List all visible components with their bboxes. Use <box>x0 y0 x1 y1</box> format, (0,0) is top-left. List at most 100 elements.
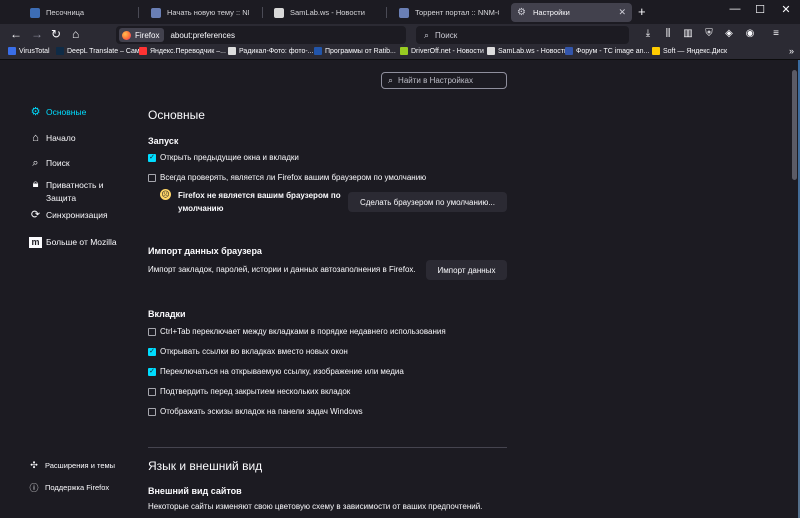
home-button[interactable]: ⌂ <box>72 27 79 41</box>
forward-button[interactable]: → <box>31 27 43 41</box>
section-divider <box>148 447 507 448</box>
tab[interactable]: Начать новую тему :: NNM-C <box>145 3 255 22</box>
category-label: Приватность и Защита <box>46 180 104 203</box>
category-general[interactable]: ⚙ Основные <box>29 106 87 118</box>
help-icon: ⓘ <box>29 483 39 493</box>
library-icon[interactable]: ⫼ <box>661 28 675 39</box>
home-icon: ⌂ <box>32 132 39 144</box>
category-sync[interactable]: ⟳ Синхронизация <box>29 210 108 221</box>
bookmark-label: Программы от Ratib... <box>325 47 396 55</box>
tab[interactable]: SamLab.ws - Новости <box>268 3 380 22</box>
tab-title: Песочница <box>46 8 85 17</box>
make-default-button[interactable]: Сделать браузером по умолчанию... <box>348 192 507 212</box>
account-icon[interactable]: ◉ <box>743 28 757 39</box>
extensions-themes-link[interactable]: ✣ Расширения и темы <box>29 460 115 471</box>
checkbox-label: Открывать ссылки во вкладках вместо новы… <box>160 347 348 356</box>
tab[interactable]: Песочница <box>24 3 131 22</box>
ctrl-tab-checkbox[interactable]: Ctrl+Tab переключает между вкладками в п… <box>148 327 446 336</box>
bookmark-item[interactable]: SamLab.ws - Новости <box>487 47 568 55</box>
bookmark-favicon-icon <box>314 47 322 55</box>
bookmark-item[interactable]: Радикал-Фото: фото-... <box>228 47 314 55</box>
page-title: Основные <box>148 108 205 122</box>
close-tab-icon[interactable]: ✕ <box>618 7 626 18</box>
extension-icon[interactable]: ◈ <box>722 28 736 39</box>
bookmark-item[interactable]: VirusTotal <box>8 47 50 55</box>
tab-favicon-icon <box>151 7 161 18</box>
download-icon[interactable]: ⤓ <box>641 28 655 39</box>
search-placeholder: Поиск <box>435 30 458 40</box>
checkbox-label: Открыть предыдущие окна и вкладки <box>160 153 299 162</box>
category-label: Поиск <box>46 158 70 168</box>
restore-session-checkbox[interactable]: ✓ Открыть предыдущие окна и вкладки <box>148 153 299 162</box>
taskbar-previews-checkbox[interactable]: Отображать эскизы вкладок на панели зада… <box>148 407 363 416</box>
bookmarks-bar: VirusTotal DeepL Translate – Сам... Янде… <box>0 46 800 60</box>
maximize-button[interactable]: ☐ <box>750 3 770 16</box>
tab-title: Начать новую тему :: NNM-C <box>167 8 249 17</box>
bookmark-label: DriverOff.net - Новости <box>411 47 484 55</box>
site-appearance-description: Некоторые сайты изменяют свою цветовую с… <box>148 502 483 511</box>
bookmark-favicon-icon <box>652 47 660 55</box>
bookmark-label: VirusTotal <box>19 47 50 55</box>
lock-icon: 🔒︎ <box>32 178 39 190</box>
identity-box[interactable]: Firefox <box>119 28 165 42</box>
shield-icon[interactable]: ⛨ <box>702 28 716 39</box>
sidebar-icon[interactable]: ▥ <box>681 28 695 39</box>
not-default-text: Firefox не является вашим браузером по у… <box>178 191 341 213</box>
bookmark-item[interactable]: DriverOff.net - Новости <box>400 47 484 55</box>
minimize-button[interactable]: — <box>725 3 745 15</box>
tab-title: Настройки <box>533 8 570 17</box>
bookmark-favicon-icon <box>139 47 147 55</box>
category-label: Начало <box>46 133 76 143</box>
gear-icon: ⚙ <box>517 6 526 18</box>
check-default-checkbox[interactable]: Всегда проверять, является ли Firefox ва… <box>148 173 426 182</box>
category-privacy[interactable]: 🔒︎ Приватность и Защита <box>29 179 116 205</box>
search-bar[interactable]: ⌕ Поиск <box>416 26 629 44</box>
bookmark-item[interactable]: Яндекс.Переводчик –... <box>139 47 226 55</box>
url-bar[interactable]: Firefox about:preferences <box>116 26 406 44</box>
switch-to-tab-checkbox[interactable]: ✓ Переключаться на открываемую ссылку, и… <box>148 367 404 376</box>
preferences-search-input[interactable]: ⌕ Найти в Настройках <box>381 72 507 89</box>
bookmark-favicon-icon <box>56 47 64 55</box>
bookmark-label: DeepL Translate – Сам... <box>67 47 146 55</box>
bookmark-item[interactable]: Soft — Яндекс.Диск <box>652 47 727 55</box>
bookmarks-overflow-button[interactable]: » <box>789 46 794 56</box>
bookmark-item[interactable]: Форум - TC image an... <box>565 47 649 55</box>
checkbox-checked-icon: ✓ <box>148 153 156 162</box>
site-appearance-heading: Внешний вид сайтов <box>148 486 242 496</box>
preferences-search-placeholder: Найти в Настройках <box>398 76 473 85</box>
category-home[interactable]: ⌂ Начало <box>29 132 76 144</box>
bookmark-label: Форум - TC image an... <box>576 47 650 55</box>
menu-icon[interactable]: ≡ <box>769 28 783 39</box>
gear-icon: ⚙ <box>30 106 41 118</box>
nav-toolbar: ← → ↻ ⌂ Firefox about:preferences ⌕ Поис… <box>0 24 800 46</box>
checkbox-label: Всегда проверять, является ли Firefox ва… <box>160 173 427 182</box>
puzzle-icon: ✣ <box>30 460 38 470</box>
bookmark-favicon-icon <box>228 47 236 55</box>
sync-icon: ⟳ <box>30 209 41 221</box>
category-label: Синхронизация <box>46 210 108 220</box>
reload-button[interactable]: ↻ <box>51 27 61 41</box>
checkbox-unchecked-icon <box>148 327 156 336</box>
links-in-tabs-checkbox[interactable]: ✓ Открывать ссылки во вкладках вместо но… <box>148 347 348 356</box>
scrollbar-thumb[interactable] <box>792 70 797 180</box>
link-label: Поддержка Firefox <box>45 483 110 492</box>
tab-settings[interactable]: ⚙ Настройки ✕ <box>511 3 632 22</box>
bookmark-item[interactable]: Программы от Ratib... <box>314 47 396 55</box>
checkbox-unchecked-icon <box>148 407 156 416</box>
bookmark-favicon-icon <box>565 47 573 55</box>
confirm-close-checkbox[interactable]: Подтвердить перед закрытием нескольких в… <box>148 387 350 396</box>
tab[interactable]: Торрент портал :: NNM-Club <box>393 3 505 22</box>
url-text[interactable]: about:preferences <box>170 31 235 40</box>
firefox-support-link[interactable]: ⓘ Поддержка Firefox <box>29 481 109 494</box>
bookmark-item[interactable]: DeepL Translate – Сам... <box>56 47 146 55</box>
new-tab-button[interactable]: + <box>638 4 646 19</box>
checkbox-unchecked-icon <box>148 173 156 182</box>
back-button[interactable]: ← <box>10 27 22 41</box>
tab-strip: Песочница Начать новую тему :: NNM-C Sam… <box>0 0 800 24</box>
category-search[interactable]: ⌕ Поиск <box>29 158 70 169</box>
startup-heading: Запуск <box>148 136 179 146</box>
checkbox-checked-icon: ✓ <box>148 347 156 356</box>
close-window-button[interactable]: ✕ <box>776 3 796 16</box>
import-data-button[interactable]: Импорт данных <box>426 260 507 280</box>
category-more-from-mozilla[interactable]: m Больше от Mozilla <box>29 237 117 248</box>
